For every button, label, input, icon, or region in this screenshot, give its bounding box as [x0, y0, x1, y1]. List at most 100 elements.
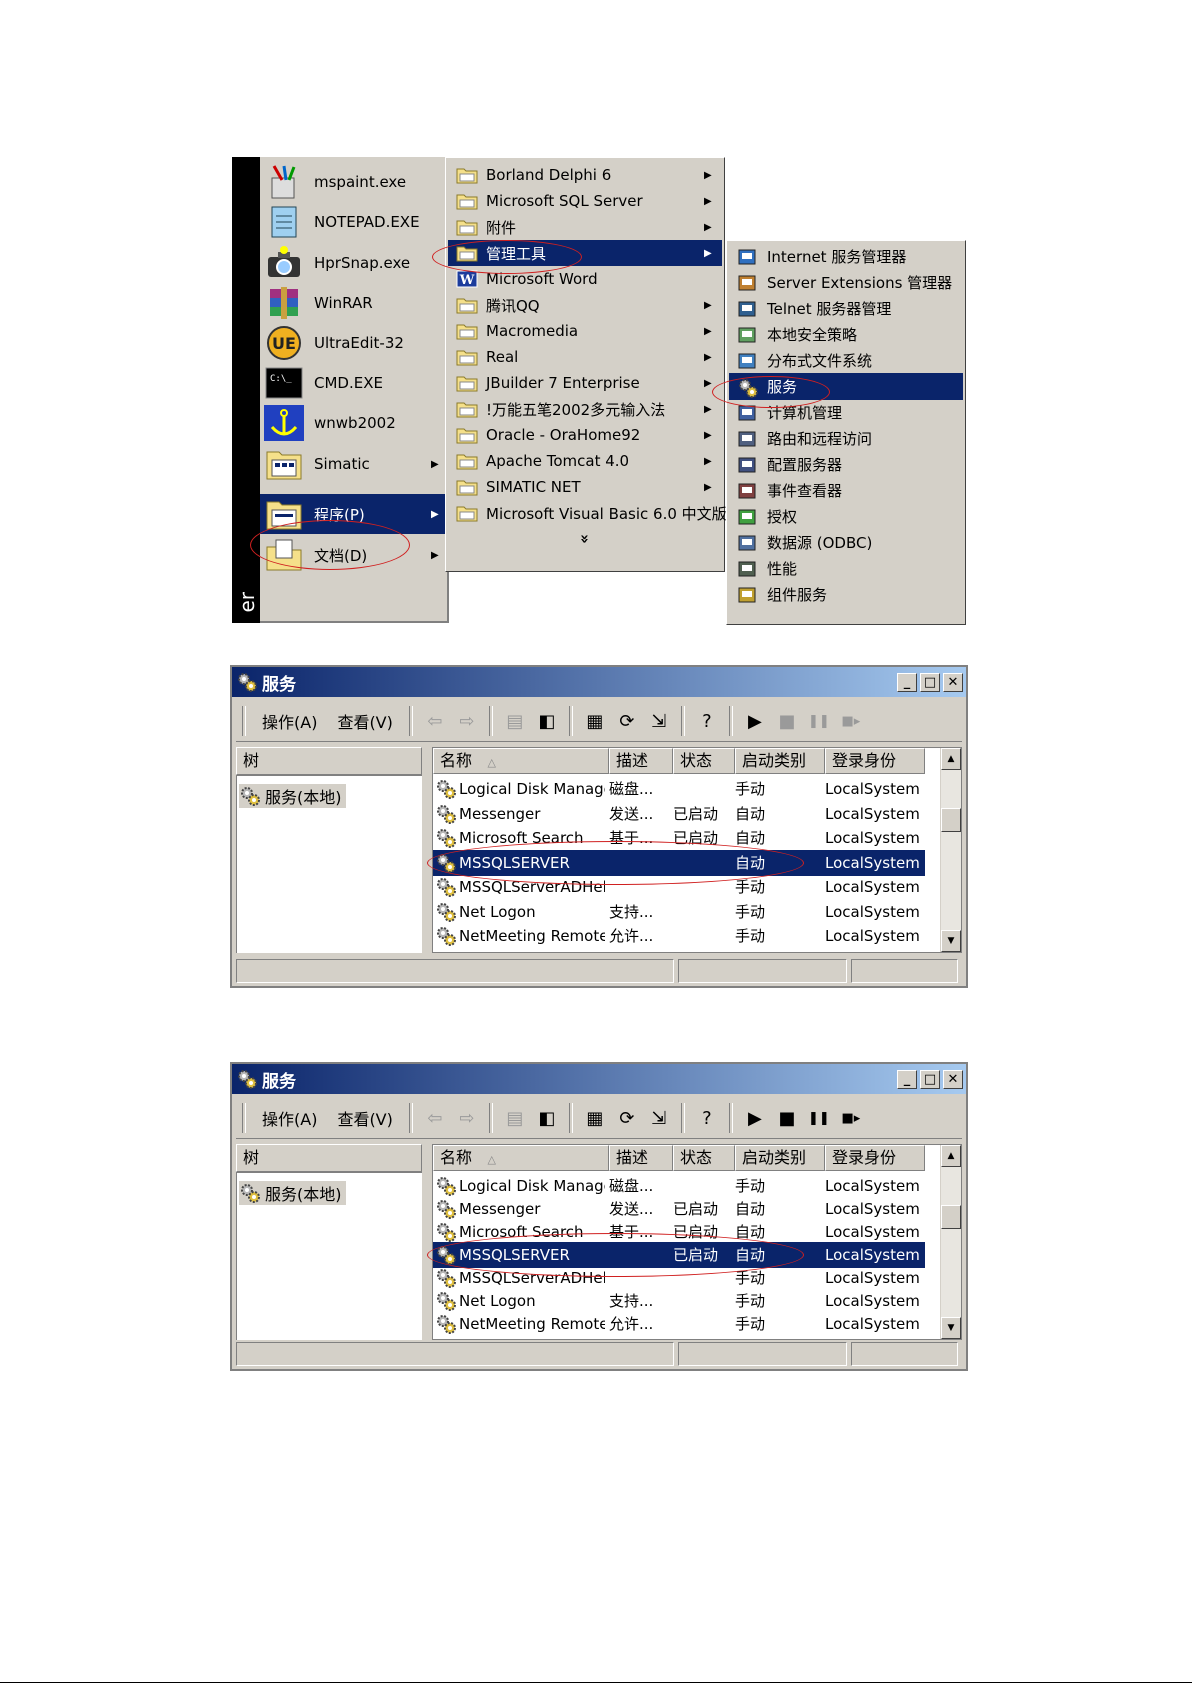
show-tree-button[interactable]: ◧	[534, 708, 560, 734]
column-header-desc[interactable]: 描述	[609, 748, 673, 774]
programs-menu-item[interactable]: Oracle - OraHome92 ▶	[448, 422, 722, 448]
programs-menu-item[interactable]: Real ▶	[448, 344, 722, 370]
scroll-down-button[interactable]: ▼	[941, 930, 961, 952]
maximize-button[interactable]: □	[920, 672, 940, 692]
start-menu-item[interactable]: 文档(D) ▶	[260, 535, 447, 575]
column-header-name[interactable]: 名称 △	[433, 748, 609, 774]
admin-tools-menu-item[interactable]: 配置服务器	[729, 451, 963, 478]
forward-arrow-button[interactable]: ⇨	[454, 1105, 480, 1131]
tree-header[interactable]: 树	[236, 747, 422, 775]
programs-menu-item[interactable]: 腾讯QQ ▶	[448, 292, 722, 318]
column-header-startup[interactable]: 启动类别	[735, 1145, 825, 1171]
table-row[interactable]: Net Logon 支持... 手动 LocalSystem	[433, 899, 925, 925]
export-list-button[interactable]: ⇲	[646, 1105, 672, 1131]
refresh-button[interactable]: ⟳	[614, 1105, 640, 1131]
start-menu-item[interactable]: mspaint.exe	[260, 162, 447, 202]
close-button[interactable]: ✕	[943, 672, 963, 692]
admin-tools-menu-item[interactable]: 服务	[729, 373, 963, 400]
view-menu[interactable]: 查看(V)	[327, 709, 402, 733]
table-row[interactable]: NetMeeting Remote...允许... 手动 LocalSystem	[433, 923, 925, 949]
admin-tools-menu-item[interactable]: 路由和远程访问	[729, 425, 963, 452]
column-header-logon[interactable]: 登录身份	[825, 1145, 925, 1171]
programs-menu-item[interactable]: Microsoft SQL Server ▶	[448, 188, 722, 214]
programs-menu-item[interactable]: Macromedia ▶	[448, 318, 722, 344]
column-header-desc[interactable]: 描述	[609, 1145, 673, 1171]
tree-node-services-local[interactable]: 服务(本地)	[239, 1181, 346, 1205]
start-service-button[interactable]: ▶	[742, 708, 768, 734]
admin-tools-menu-item[interactable]: Server Extensions 管理器	[729, 269, 963, 296]
tree-header[interactable]: 树	[236, 1144, 422, 1172]
vertical-scrollbar[interactable]: ▲ ▼	[940, 1145, 961, 1339]
admin-tools-menu-item[interactable]: 性能	[729, 555, 963, 582]
properties-button[interactable]: ▦	[582, 708, 608, 734]
column-header-logon[interactable]: 登录身份	[825, 748, 925, 774]
table-row[interactable]: NetMeeting Remote...允许... 手动 LocalSystem	[433, 1311, 925, 1337]
programs-menu-item[interactable]: SIMATIC NET ▶	[448, 474, 722, 500]
start-menu-item[interactable]: HprSnap.exe	[260, 243, 447, 283]
column-header-startup[interactable]: 启动类别	[735, 748, 825, 774]
action-menu[interactable]: 操作(A)	[252, 709, 327, 733]
help-button[interactable]: ?	[694, 708, 720, 734]
tree-node-services-local[interactable]: 服务(本地)	[239, 784, 346, 808]
scroll-thumb[interactable]	[941, 1205, 961, 1229]
window-titlebar[interactable]: 服务 _ □ ✕	[232, 667, 966, 697]
start-menu-item[interactable]: wnwb2002	[260, 403, 447, 443]
programs-menu-item[interactable]: !万能五笔2002多元输入法 ▶	[448, 396, 722, 422]
export-list-button[interactable]: ⇲	[646, 708, 672, 734]
admin-tools-menu-item[interactable]: 分布式文件系统	[729, 347, 963, 374]
refresh-button[interactable]: ⟳	[614, 708, 640, 734]
restart-service-button[interactable]: ■▸	[838, 708, 864, 734]
programs-menu-item[interactable]: 附件 ▶	[448, 214, 722, 240]
maximize-button[interactable]: □	[920, 1069, 940, 1089]
admin-tools-menu-item[interactable]: 事件查看器	[729, 477, 963, 504]
start-menu-item[interactable]: NOTEPAD.EXE	[260, 202, 447, 242]
minimize-button[interactable]: _	[897, 672, 917, 692]
scroll-up-button[interactable]: ▲	[941, 748, 961, 770]
restart-service-button[interactable]: ■▸	[838, 1105, 864, 1131]
back-arrow-button[interactable]: ⇦	[422, 1105, 448, 1131]
scroll-thumb[interactable]	[941, 808, 961, 832]
admin-tools-menu-item[interactable]: Internet 服务管理器	[729, 243, 963, 270]
menu-expand-chevron[interactable]: »	[448, 526, 722, 552]
pause-service-button[interactable]: ❚❚	[806, 708, 832, 734]
stop-service-button[interactable]: ■	[774, 1105, 800, 1131]
programs-menu-item[interactable]: W Microsoft Word	[448, 266, 722, 292]
up-folder-button[interactable]: ▤	[502, 708, 528, 734]
column-header-name[interactable]: 名称 △	[433, 1145, 609, 1171]
admin-tools-menu-item[interactable]: 数据源 (ODBC)	[729, 529, 963, 556]
back-arrow-button[interactable]: ⇦	[422, 708, 448, 734]
programs-menu-item[interactable]: 管理工具 ▶	[448, 240, 722, 266]
stop-service-button[interactable]: ■	[774, 708, 800, 734]
admin-tools-menu-item[interactable]: 组件服务	[729, 581, 963, 608]
properties-button[interactable]: ▦	[582, 1105, 608, 1131]
pause-service-button[interactable]: ❚❚	[806, 1105, 832, 1131]
admin-tools-menu-item[interactable]: 计算机管理	[729, 399, 963, 426]
programs-menu-item[interactable]: Borland Delphi 6 ▶	[448, 162, 722, 188]
forward-arrow-button[interactable]: ⇨	[454, 708, 480, 734]
start-service-button[interactable]: ▶	[742, 1105, 768, 1131]
programs-menu-item[interactable]: Apache Tomcat 4.0 ▶	[448, 448, 722, 474]
close-button[interactable]: ✕	[943, 1069, 963, 1089]
up-folder-button[interactable]: ▤	[502, 1105, 528, 1131]
help-button[interactable]: ?	[694, 1105, 720, 1131]
start-menu-item[interactable]: WinRAR	[260, 283, 447, 323]
table-row[interactable]: Logical Disk Manage...磁盘... 手动 LocalSystem	[433, 776, 925, 802]
start-menu-item[interactable]: C:\_ CMD.EXE	[260, 363, 447, 403]
programs-menu-item[interactable]: Microsoft Visual Basic 6.0 中文版▶	[448, 500, 734, 526]
table-row[interactable]: Microsoft Search 基于... 已启动 自动 LocalSystem	[433, 825, 925, 851]
view-menu[interactable]: 查看(V)	[327, 1106, 402, 1130]
start-menu-item[interactable]: Simatic ▶	[260, 444, 447, 484]
table-row[interactable]: MSSQLSERVER 自动 LocalSystem	[433, 849, 925, 876]
admin-tools-menu-item[interactable]: Telnet 服务器管理	[729, 295, 963, 322]
programs-menu-item[interactable]: JBuilder 7 Enterprise ▶	[448, 370, 722, 396]
scroll-up-button[interactable]: ▲	[941, 1145, 961, 1167]
start-menu-item[interactable]: 程序(P) ▶	[260, 494, 447, 534]
admin-tools-menu-item[interactable]: 本地安全策略	[729, 321, 963, 348]
admin-tools-menu-item[interactable]: 授权	[729, 503, 963, 530]
vertical-scrollbar[interactable]: ▲ ▼	[940, 748, 961, 952]
column-header-status[interactable]: 状态	[673, 748, 735, 774]
window-titlebar[interactable]: 服务 _ □ ✕	[232, 1064, 966, 1094]
start-menu-item[interactable]: UE UltraEdit-32	[260, 323, 447, 363]
table-row[interactable]: Messenger 发送... 已启动 自动 LocalSystem	[433, 801, 925, 827]
scroll-down-button[interactable]: ▼	[941, 1317, 961, 1339]
